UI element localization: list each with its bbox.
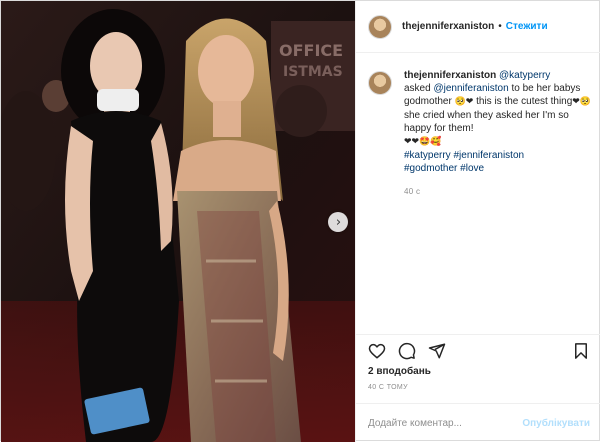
caption-emoji-3: ❤❤🤩🥰 [404,137,442,147]
action-bar [356,335,600,367]
caption-text-4: she cried when they asked her I'm so hap… [404,110,569,134]
svg-text:OFFICE: OFFICE [279,41,343,60]
next-photo-button[interactable]: › [328,212,348,232]
save-button[interactable] [570,340,592,362]
caption-text-3: this is the cutest thing [476,96,573,107]
actions-section [356,334,600,367]
caption-row: thejenniferxaniston @katyperry asked @je… [368,69,596,198]
heart-icon [368,343,386,359]
caption-text: thejenniferxaniston @katyperry asked @je… [404,69,596,198]
author-avatar[interactable] [368,14,392,39]
caption-username[interactable]: thejenniferxaniston [404,70,496,81]
follow-button[interactable]: Стежити [506,21,548,32]
caption-text-1: asked [404,83,431,94]
publish-button[interactable]: Опублікувати [522,418,590,429]
post-time: 40 с тому [368,384,409,391]
caption-time: 40 с [404,187,421,196]
post-side-panel: thejenniferxaniston • Стежити thejennife… [355,1,600,442]
post-header: thejenniferxaniston • Стежити [356,1,600,53]
like-button[interactable] [366,340,388,362]
share-button[interactable] [426,340,448,362]
header-separator: • [498,21,502,32]
hashtag-godmother[interactable]: #godmother [404,163,457,174]
add-comment-bar: Опублікувати [356,403,600,442]
comment-input[interactable] [368,417,523,429]
svg-text:ISTMAS: ISTMAS [283,64,343,80]
comment-button[interactable] [396,340,418,362]
mention-katyperry[interactable]: @katyperry [499,70,550,81]
hashtag-love[interactable]: #love [460,163,484,174]
instagram-post: OFFICE ISTMAS › thejenniferxaniston • Ст… [0,0,600,442]
likes-count[interactable]: 2 вподобань [368,366,431,377]
hashtag-jenniferaniston[interactable]: #jenniferaniston [453,150,524,161]
bookmark-icon [575,343,587,359]
caption-emoji-2: ❤🥺 [572,97,592,107]
share-icon [428,343,446,359]
chevron-right-icon: › [335,214,342,230]
photo-image: OFFICE ISTMAS [1,1,355,442]
caption-emoji-1: 🥺❤ [454,97,474,107]
caption-avatar[interactable] [368,71,392,95]
comment-icon [398,342,416,360]
post-photo[interactable]: OFFICE ISTMAS › [1,1,355,442]
caption-section: thejenniferxaniston @katyperry asked @je… [368,69,596,198]
author-username[interactable]: thejenniferxaniston [402,21,494,32]
mention-jenniferaniston[interactable]: @jenniferaniston [433,83,508,94]
hashtag-katyperry[interactable]: #katyperry [404,150,451,161]
